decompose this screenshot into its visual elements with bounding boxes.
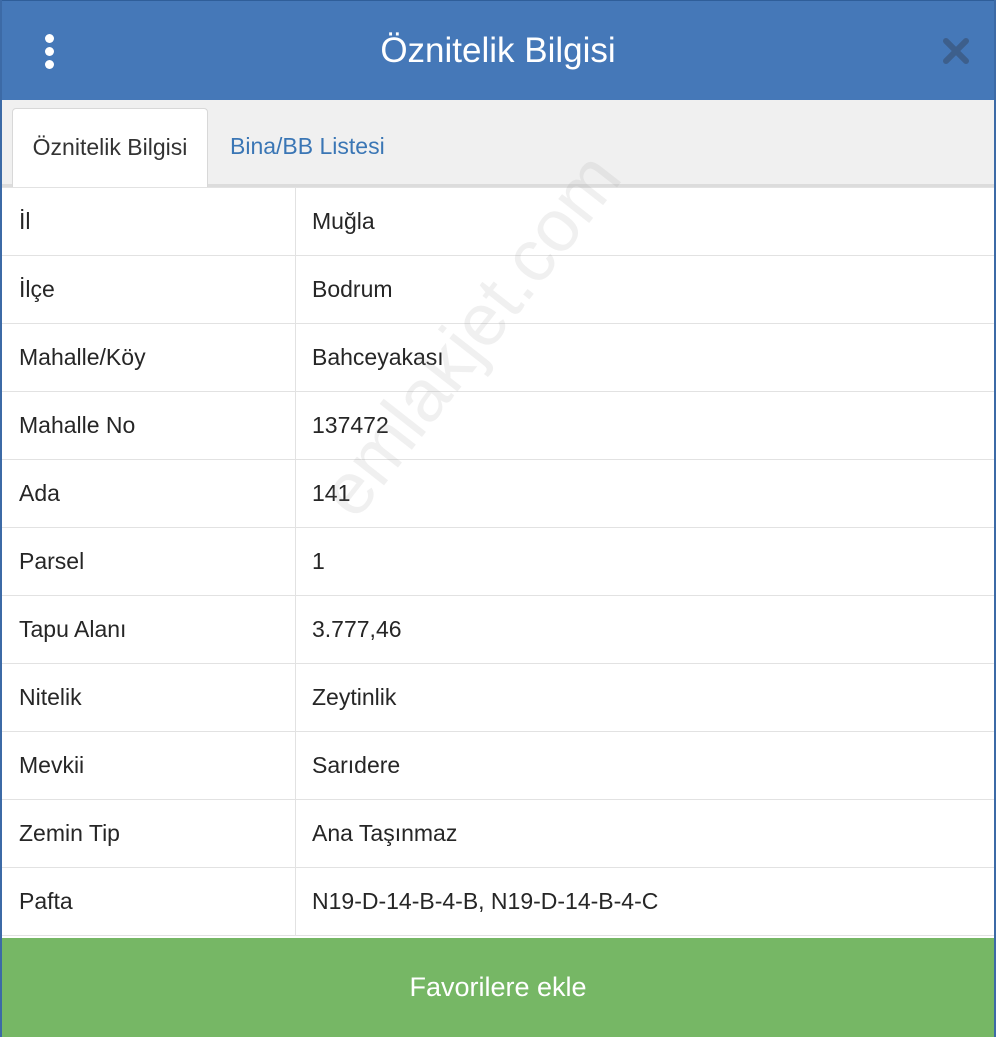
close-icon[interactable]	[940, 35, 972, 67]
tab-bar: Öznitelik Bilgisi Bina/BB Listesi	[2, 100, 994, 188]
row-value-nitelik: Zeytinlik	[295, 663, 994, 732]
table-row: Tapu Alanı 3.777,46	[2, 595, 994, 664]
table-row: Zemin Tip Ana Taşınmaz	[2, 799, 994, 868]
dialog-header: Öznitelik Bilgisi	[2, 0, 994, 101]
row-value-mevkii: Sarıdere	[295, 731, 994, 800]
row-key-pafta: Pafta	[2, 867, 296, 936]
table-row: Ada 141	[2, 459, 994, 528]
attribute-info-dialog: Öznitelik Bilgisi Öznitelik Bilgisi Bina…	[0, 0, 996, 1037]
table-row: Mahalle/Köy Bahceyakası	[2, 323, 994, 392]
table-row: Mahalle No 137472	[2, 391, 994, 460]
row-key-nitelik: Nitelik	[2, 663, 296, 732]
row-value-parsel: 1	[295, 527, 994, 596]
row-key-parsel: Parsel	[2, 527, 296, 596]
table-row: Pafta N19-D-14-B-4-B, N19-D-14-B-4-C	[2, 867, 994, 936]
row-key-ada: Ada	[2, 459, 296, 528]
table-row: Mevkii Sarıdere	[2, 731, 994, 800]
table-row: İlçe Bodrum	[2, 255, 994, 324]
table-row: Parsel 1	[2, 527, 994, 596]
row-key-ilce: İlçe	[2, 255, 296, 324]
tab-building-list[interactable]: Bina/BB Listesi	[230, 108, 385, 184]
dialog-title: Öznitelik Bilgisi	[380, 31, 616, 70]
row-key-il: İl	[2, 188, 296, 256]
attribute-table: İl Muğla İlçe Bodrum Mahalle/Köy Bahceya…	[2, 187, 994, 938]
row-value-ada: 141	[295, 459, 994, 528]
row-key-zemin-tip: Zemin Tip	[2, 799, 296, 868]
table-row: Nitelik Zeytinlik	[2, 663, 994, 732]
row-value-mahalle-koy: Bahceyakası	[295, 323, 994, 392]
row-value-mahalle-no: 137472	[295, 391, 994, 460]
row-value-ilce: Bodrum	[295, 255, 994, 324]
tab-attribute-info[interactable]: Öznitelik Bilgisi	[12, 108, 208, 188]
row-key-tapu-alani: Tapu Alanı	[2, 595, 296, 664]
row-key-mahalle-koy: Mahalle/Köy	[2, 323, 296, 392]
row-key-mevkii: Mevkii	[2, 731, 296, 800]
table-row: İl Muğla	[2, 188, 994, 256]
row-value-zemin-tip: Ana Taşınmaz	[295, 799, 994, 868]
row-value-tapu-alani: 3.777,46	[295, 595, 994, 664]
row-value-il: Muğla	[295, 188, 994, 256]
row-value-pafta: N19-D-14-B-4-B, N19-D-14-B-4-C	[295, 867, 994, 936]
add-to-favorites-button[interactable]: Favorilere ekle	[2, 938, 994, 1037]
row-key-mahalle-no: Mahalle No	[2, 391, 296, 460]
